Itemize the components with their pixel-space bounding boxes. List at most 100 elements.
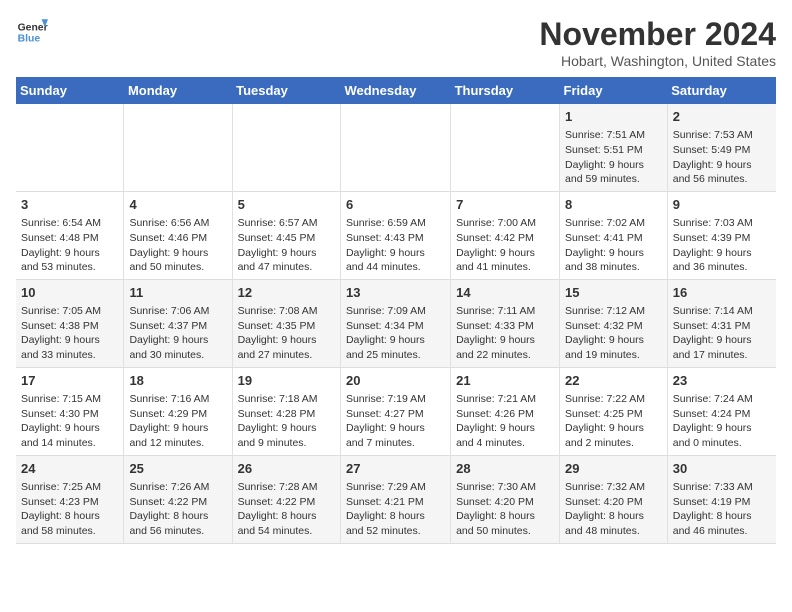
- day-cell-1-5: [451, 104, 560, 191]
- day-cell-5-1: 24 Sunrise: 7:25 AM Sunset: 4:23 PM Dayli…: [16, 455, 124, 543]
- day-info: Sunrise: 6:56 AM Sunset: 4:46 PM Dayligh…: [129, 216, 226, 275]
- day-info: Sunrise: 6:57 AM Sunset: 4:45 PM Dayligh…: [238, 216, 335, 275]
- day-info: Sunrise: 7:25 AM Sunset: 4:23 PM Dayligh…: [21, 480, 118, 539]
- day-info: Sunrise: 7:03 AM Sunset: 4:39 PM Dayligh…: [673, 216, 771, 275]
- day-cell-3-5: 14Sunrise: 7:11 AM Sunset: 4:33 PM Dayli…: [451, 279, 560, 367]
- day-number: 12: [238, 284, 335, 302]
- svg-text:Blue: Blue: [18, 34, 41, 45]
- page-header: General Blue November 2024 Hobart, Washi…: [16, 16, 776, 69]
- day-info: Sunrise: 6:54 AM Sunset: 4:48 PM Dayligh…: [21, 216, 118, 275]
- column-header-thursday: Thursday: [451, 77, 560, 104]
- day-cell-1-7: 2 Sunrise: 7:53 AM Sunset: 5:49 PM Daylig…: [667, 104, 776, 191]
- day-cell-4-6: 22 Sunrise: 7:22 AM Sunset: 4:25 PM Dayli…: [560, 367, 668, 455]
- day-number: 5: [238, 196, 335, 214]
- day-cell-5-7: 30 Sunrise: 7:33 AM Sunset: 4:19 PM Dayli…: [667, 455, 776, 543]
- day-number: 19: [238, 372, 335, 390]
- day-number: 29: [565, 460, 662, 478]
- day-number: 27: [346, 460, 445, 478]
- column-header-friday: Friday: [560, 77, 668, 104]
- location-subtitle: Hobart, Washington, United States: [539, 53, 776, 69]
- day-cell-2-5: 7 Sunrise: 7:00 AM Sunset: 4:42 PM Daylig…: [451, 191, 560, 279]
- column-header-tuesday: Tuesday: [232, 77, 340, 104]
- day-number: 20: [346, 372, 445, 390]
- day-info: Sunrise: 7:30 AM Sunset: 4:20 PM Dayligh…: [456, 480, 554, 539]
- day-cell-1-3: [232, 104, 340, 191]
- day-number: 15: [565, 284, 662, 302]
- month-title: November 2024: [539, 16, 776, 53]
- day-info: Sunrise: 7:51 AM Sunset: 5:51 PM Dayligh…: [565, 128, 662, 187]
- day-cell-1-4: [340, 104, 450, 191]
- day-cell-3-3: 12 Sunrise: 7:08 AM Sunset: 4:35 PM Dayli…: [232, 279, 340, 367]
- day-info: Sunrise: 7:33 AM Sunset: 4:19 PM Dayligh…: [673, 480, 771, 539]
- day-cell-5-5: 28 Sunrise: 7:30 AM Sunset: 4:20 PM Dayli…: [451, 455, 560, 543]
- day-number: 16: [673, 284, 771, 302]
- day-cell-5-3: 26 Sunrise: 7:28 AM Sunset: 4:22 PM Dayli…: [232, 455, 340, 543]
- week-row-4: 17 Sunrise: 7:15 AM Sunset: 4:30 PM Dayli…: [16, 367, 776, 455]
- day-number: 7: [456, 196, 554, 214]
- day-cell-4-2: 18Sunrise: 7:16 AM Sunset: 4:29 PM Dayli…: [124, 367, 232, 455]
- column-header-saturday: Saturday: [667, 77, 776, 104]
- day-info: Sunrise: 7:00 AM Sunset: 4:42 PM Dayligh…: [456, 216, 554, 275]
- logo-icon: General Blue: [16, 16, 48, 48]
- week-row-5: 24 Sunrise: 7:25 AM Sunset: 4:23 PM Dayli…: [16, 455, 776, 543]
- day-info: Sunrise: 7:12 AM Sunset: 4:32 PM Dayligh…: [565, 304, 662, 363]
- day-cell-1-1: [16, 104, 124, 191]
- day-info: Sunrise: 7:21 AM Sunset: 4:26 PM Dayligh…: [456, 392, 554, 451]
- week-row-1: 1Sunrise: 7:51 AM Sunset: 5:51 PM Daylig…: [16, 104, 776, 191]
- day-number: 2: [673, 108, 771, 126]
- day-cell-4-4: 20 Sunrise: 7:19 AM Sunset: 4:27 PM Dayli…: [340, 367, 450, 455]
- day-info: Sunrise: 7:19 AM Sunset: 4:27 PM Dayligh…: [346, 392, 445, 451]
- svg-text:General: General: [18, 22, 48, 33]
- day-number: 8: [565, 196, 662, 214]
- calendar-table: SundayMondayTuesdayWednesdayThursdayFrid…: [16, 77, 776, 544]
- day-cell-2-6: 8Sunrise: 7:02 AM Sunset: 4:41 PM Daylig…: [560, 191, 668, 279]
- day-cell-4-5: 21Sunrise: 7:21 AM Sunset: 4:26 PM Dayli…: [451, 367, 560, 455]
- day-number: 9: [673, 196, 771, 214]
- day-number: 23: [673, 372, 771, 390]
- day-info: Sunrise: 7:28 AM Sunset: 4:22 PM Dayligh…: [238, 480, 335, 539]
- day-info: Sunrise: 7:16 AM Sunset: 4:29 PM Dayligh…: [129, 392, 226, 451]
- day-number: 24: [21, 460, 118, 478]
- day-cell-4-3: 19 Sunrise: 7:18 AM Sunset: 4:28 PM Dayli…: [232, 367, 340, 455]
- day-number: 30: [673, 460, 771, 478]
- day-info: Sunrise: 7:22 AM Sunset: 4:25 PM Dayligh…: [565, 392, 662, 451]
- day-number: 17: [21, 372, 118, 390]
- week-row-3: 10Sunrise: 7:05 AM Sunset: 4:38 PM Dayli…: [16, 279, 776, 367]
- day-number: 13: [346, 284, 445, 302]
- day-info: Sunrise: 7:14 AM Sunset: 4:31 PM Dayligh…: [673, 304, 771, 363]
- day-cell-4-7: 23 Sunrise: 7:24 AM Sunset: 4:24 PM Dayli…: [667, 367, 776, 455]
- week-row-2: 3 Sunrise: 6:54 AM Sunset: 4:48 PM Daylig…: [16, 191, 776, 279]
- day-info: Sunrise: 7:26 AM Sunset: 4:22 PM Dayligh…: [129, 480, 226, 539]
- day-info: Sunrise: 7:53 AM Sunset: 5:49 PM Dayligh…: [673, 128, 771, 187]
- day-cell-1-6: 1Sunrise: 7:51 AM Sunset: 5:51 PM Daylig…: [560, 104, 668, 191]
- day-cell-2-4: 6Sunrise: 6:59 AM Sunset: 4:43 PM Daylig…: [340, 191, 450, 279]
- day-cell-2-2: 4Sunrise: 6:56 AM Sunset: 4:46 PM Daylig…: [124, 191, 232, 279]
- logo: General Blue: [16, 16, 48, 48]
- day-cell-2-1: 3 Sunrise: 6:54 AM Sunset: 4:48 PM Daylig…: [16, 191, 124, 279]
- day-info: Sunrise: 7:15 AM Sunset: 4:30 PM Dayligh…: [21, 392, 118, 451]
- day-number: 3: [21, 196, 118, 214]
- day-info: Sunrise: 7:05 AM Sunset: 4:38 PM Dayligh…: [21, 304, 118, 363]
- day-info: Sunrise: 7:18 AM Sunset: 4:28 PM Dayligh…: [238, 392, 335, 451]
- day-info: Sunrise: 7:24 AM Sunset: 4:24 PM Dayligh…: [673, 392, 771, 451]
- day-number: 22: [565, 372, 662, 390]
- column-header-wednesday: Wednesday: [340, 77, 450, 104]
- day-number: 28: [456, 460, 554, 478]
- day-cell-5-2: 25 Sunrise: 7:26 AM Sunset: 4:22 PM Dayli…: [124, 455, 232, 543]
- day-cell-3-6: 15 Sunrise: 7:12 AM Sunset: 4:32 PM Dayli…: [560, 279, 668, 367]
- day-cell-3-1: 10Sunrise: 7:05 AM Sunset: 4:38 PM Dayli…: [16, 279, 124, 367]
- day-number: 26: [238, 460, 335, 478]
- day-cell-3-4: 13 Sunrise: 7:09 AM Sunset: 4:34 PM Dayli…: [340, 279, 450, 367]
- column-header-monday: Monday: [124, 77, 232, 104]
- column-header-sunday: Sunday: [16, 77, 124, 104]
- day-number: 6: [346, 196, 445, 214]
- day-cell-5-4: 27 Sunrise: 7:29 AM Sunset: 4:21 PM Dayli…: [340, 455, 450, 543]
- day-cell-4-1: 17 Sunrise: 7:15 AM Sunset: 4:30 PM Dayli…: [16, 367, 124, 455]
- day-info: Sunrise: 7:09 AM Sunset: 4:34 PM Dayligh…: [346, 304, 445, 363]
- day-cell-2-7: 9 Sunrise: 7:03 AM Sunset: 4:39 PM Daylig…: [667, 191, 776, 279]
- day-info: Sunrise: 7:32 AM Sunset: 4:20 PM Dayligh…: [565, 480, 662, 539]
- day-number: 11: [129, 284, 226, 302]
- day-info: Sunrise: 7:29 AM Sunset: 4:21 PM Dayligh…: [346, 480, 445, 539]
- day-info: Sunrise: 7:08 AM Sunset: 4:35 PM Dayligh…: [238, 304, 335, 363]
- day-number: 25: [129, 460, 226, 478]
